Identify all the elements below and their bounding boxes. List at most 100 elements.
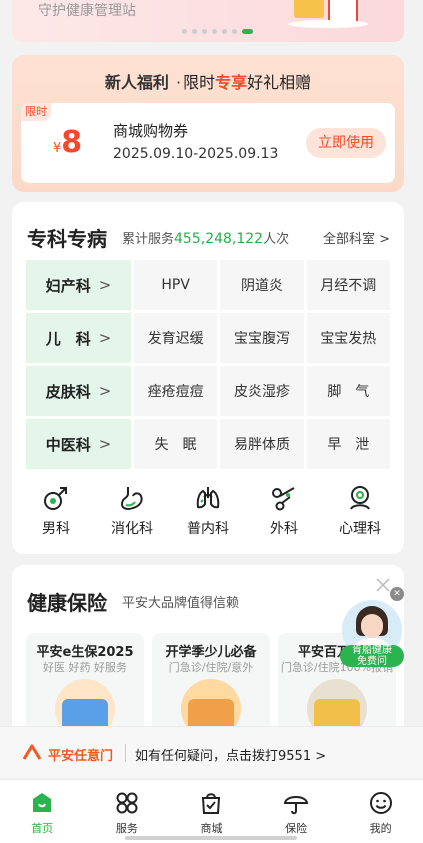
chevron-right-icon: > [98, 435, 112, 453]
tab-insurance[interactable]: 保险 [254, 780, 339, 843]
coupon-name: 商城购物券 [113, 122, 189, 140]
smiley-icon [369, 792, 392, 814]
banner-text: 守护健康管理站 [38, 3, 136, 19]
badge-line1: 肯船健康 [352, 645, 392, 656]
service-hotline-text[interactable]: 如有任何疑问，点击拨打9551 > [135, 745, 326, 764]
coupon[interactable]: 限时 ¥8 商城购物券 2025.09.10-2025.09.13 立即使用 [21, 103, 395, 183]
service-brand: 平安任意门 [48, 749, 114, 764]
dept-shortcut-surgery[interactable]: 外科 [248, 484, 320, 538]
lungs-icon [196, 487, 220, 509]
grid-row: 中医科 > 失 眠 易胖体质 早 泄 [26, 419, 390, 469]
dept-gynecology[interactable]: 妇产科 > [26, 260, 131, 310]
product-subtitle: 门急诊/住院/意外 [168, 661, 254, 674]
product-title: 开学季少儿必备 [165, 645, 257, 660]
dept-tcm[interactable]: 中医科 > [26, 419, 131, 469]
header-sub-post: 好礼相赠 [247, 73, 312, 92]
home-indicator [125, 836, 297, 840]
service-count: 累计服务455,248,122人次 [122, 228, 289, 247]
use-coupon-button[interactable]: 立即使用 [306, 128, 386, 158]
shortcut-label: 男科 [42, 521, 70, 537]
specialty-card: 专科专病 累计服务455,248,122人次 全部科室 > 妇产科 > HPV 阴… [12, 202, 404, 554]
specialty-title: 专科专病 [27, 227, 107, 251]
chevron-right-icon: > [98, 382, 112, 400]
tab-mall[interactable]: 商城 [169, 780, 254, 843]
coupon-limited-tag: 限时 [21, 103, 51, 121]
count-suffix: 人次 [263, 232, 290, 247]
condition-item[interactable]: HPV [134, 260, 218, 310]
banner-pagination [182, 29, 253, 34]
grid-row: 皮肤科 > 痤疮痘痘 皮炎湿疹 脚 气 [26, 366, 390, 416]
tab-services[interactable]: 服务 [85, 780, 170, 843]
dept-shortcut-psych[interactable]: 心理科 [324, 484, 396, 538]
close-circle-icon[interactable]: ✕ [390, 587, 404, 601]
new-user-benefits-card: 新人福利 · 限时专享好礼相赠 限时 ¥8 商城购物券 2025.09.10-20… [12, 55, 404, 192]
divider [125, 744, 126, 762]
gift-illustration [288, 0, 368, 28]
dept-pediatrics[interactable]: 儿 科 > [26, 313, 131, 363]
shortcut-label: 心理科 [339, 521, 381, 537]
dept-label: 儿 科 [45, 329, 91, 348]
tab-label: 商城 [200, 822, 223, 835]
shortcut-label: 普内科 [187, 521, 229, 537]
bottom-tab-bar: 首页 服务 商城 保险 我的 [0, 779, 423, 843]
grid-row: 妇产科 > HPV 阴道炎 月经不调 [26, 260, 390, 310]
mind-icon [350, 486, 370, 510]
close-icon[interactable] [376, 578, 390, 592]
chevron-right-icon: > [98, 276, 112, 294]
all-departments-link[interactable]: 全部科室 > [323, 228, 390, 247]
shopping-bag-icon [202, 793, 221, 814]
new-user-title: 新人福利 [104, 73, 169, 92]
umbrella-icon [283, 796, 309, 815]
tab-profile[interactable]: 我的 [338, 780, 423, 843]
pagination-dot [212, 29, 217, 34]
new-user-header: 新人福利 · 限时专享好礼相赠 [12, 69, 404, 93]
health-consultant-float[interactable]: 肯船健康 免费问 [340, 600, 404, 667]
customer-service-bar[interactable]: 平安任意门 如有任何疑问，点击拨打9551 > [0, 726, 423, 778]
grid-row: 儿 科 > 发育迟缓 宝宝腹泻 宝宝发热 [26, 313, 390, 363]
header-sub-pre: 限时 [183, 73, 216, 92]
dept-shortcut-gastro[interactable]: 消化科 [96, 484, 168, 538]
condition-item[interactable]: 宝宝腹泻 [220, 313, 304, 363]
chevron-right-icon: > [98, 329, 112, 347]
condition-item[interactable]: 发育迟缓 [134, 313, 218, 363]
dept-shortcut-andrology[interactable]: 男科 [20, 484, 92, 538]
count-prefix: 累计服务 [122, 232, 175, 247]
condition-item[interactable]: 月经不调 [306, 260, 390, 310]
shortcut-label: 消化科 [111, 521, 153, 537]
pingan-logo-icon [22, 744, 42, 760]
pagination-dot [232, 29, 237, 34]
coupon-amount: ¥8 [53, 125, 82, 160]
condition-item[interactable]: 易胖体质 [220, 419, 304, 469]
pagination-dot [182, 29, 187, 34]
promo-banner[interactable]: 守护健康管理站 [12, 0, 404, 42]
header-sub-highlight: 专享 [215, 73, 248, 92]
condition-item[interactable]: 早 泄 [306, 419, 390, 469]
count-value: 455,248,122 [174, 231, 264, 247]
condition-item[interactable]: 皮炎湿疹 [220, 366, 304, 416]
tab-label: 服务 [115, 822, 138, 835]
condition-item[interactable]: 失 眠 [134, 419, 218, 469]
dept-label: 中医科 [45, 435, 91, 454]
condition-item[interactable]: 宝宝发热 [306, 313, 390, 363]
tab-label: 保险 [285, 822, 308, 835]
condition-item[interactable]: 痤疮痘痘 [134, 366, 218, 416]
tab-home[interactable]: 首页 [0, 780, 85, 843]
insurance-subtitle: 平安大品牌值得信赖 [122, 596, 240, 611]
pagination-dot [202, 29, 207, 34]
dept-label: 妇产科 [45, 276, 91, 295]
dept-dermatology[interactable]: 皮肤科 > [26, 366, 131, 416]
dept-shortcut-internal[interactable]: 普内科 [172, 484, 244, 538]
coupon-date-range: 2025.09.10-2025.09.13 [113, 146, 279, 162]
scissors-icon [272, 487, 295, 511]
badge-line2: 免费问 [357, 656, 387, 667]
condition-item[interactable]: 脚 气 [306, 366, 390, 416]
tab-label: 我的 [369, 822, 392, 835]
product-subtitle: 好医 好药 好服务 [43, 661, 127, 674]
shortcut-label: 外科 [270, 521, 298, 537]
department-shortcuts: 男科 消化科 普内科 外科 心理科 [20, 484, 396, 538]
tab-label: 首页 [31, 822, 54, 835]
product-title: 平安e生保2025 [36, 645, 134, 660]
pagination-dot [222, 29, 227, 34]
home-icon [33, 793, 52, 812]
condition-item[interactable]: 阴道炎 [220, 260, 304, 310]
